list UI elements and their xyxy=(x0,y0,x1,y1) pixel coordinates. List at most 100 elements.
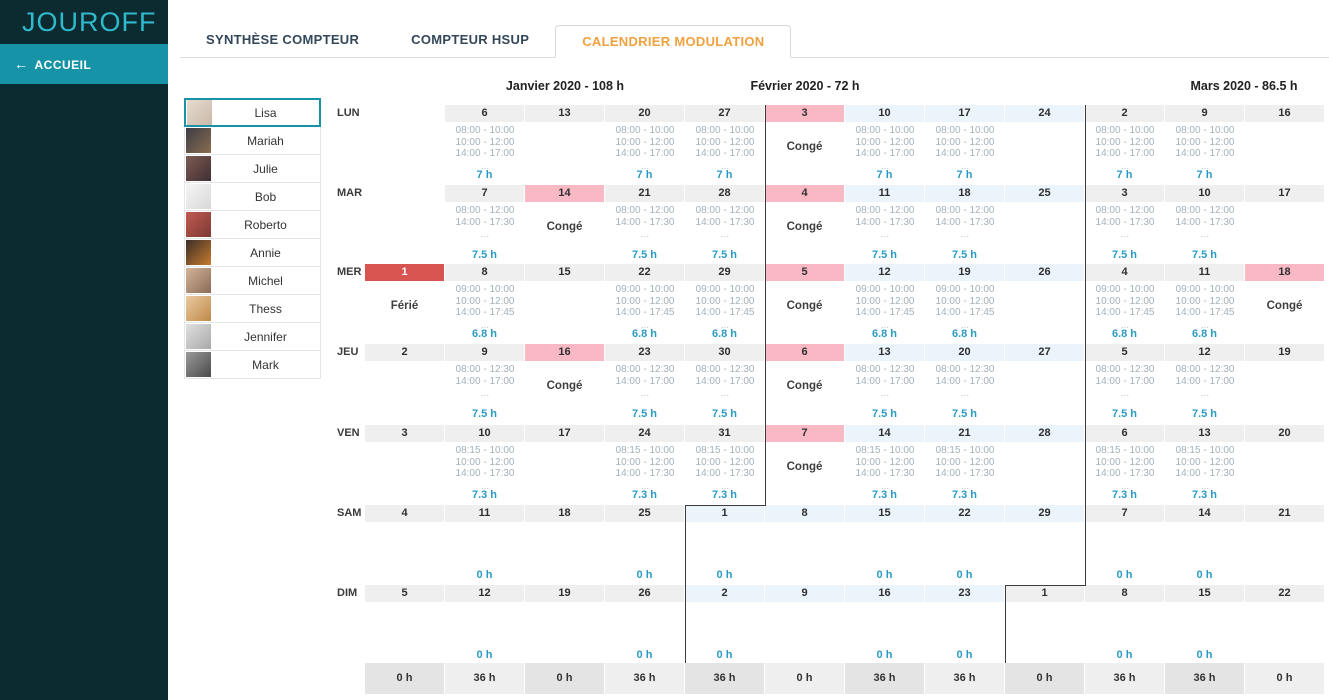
day-cell[interactable]: 708:00 - 12:0014:00 - 17:30...7.5 h xyxy=(445,185,525,263)
day-cell[interactable]: 208:00 - 10:0010:00 - 12:0014:00 - 17:00… xyxy=(1085,105,1165,183)
day-cell[interactable]: 110 h xyxy=(445,505,525,583)
day-cell[interactable]: 1008:15 - 10:0010:00 - 12:0014:00 - 17:3… xyxy=(445,425,525,503)
day-cell[interactable]: 1208:00 - 12:3014:00 - 17:00...7.5 h xyxy=(1165,344,1245,422)
day-cell[interactable]: 1109:00 - 10:0010:00 - 12:0014:00 - 17:4… xyxy=(1165,264,1245,342)
employee-row-thess[interactable]: Thess xyxy=(184,294,321,323)
day-cell[interactable]: 2108:00 - 12:0014:00 - 17:30...7.5 h xyxy=(605,185,685,263)
day-cell[interactable]: 2808:00 - 12:0014:00 - 17:30...7.5 h xyxy=(685,185,765,263)
day-cell[interactable]: 608:15 - 10:0010:00 - 12:0014:00 - 17:30… xyxy=(1085,425,1165,503)
day-cell[interactable]: 16Congé xyxy=(525,344,605,422)
day-cell[interactable]: 150 h xyxy=(1165,585,1245,663)
day-cell[interactable]: 1209:00 - 10:0010:00 - 12:0014:00 - 17:4… xyxy=(845,264,925,342)
day-cell[interactable]: 1808:00 - 12:0014:00 - 17:30...7.5 h xyxy=(925,185,1005,263)
day-cell[interactable]: 3 xyxy=(365,425,445,503)
day-cell[interactable]: 508:00 - 12:3014:00 - 17:00...7.5 h xyxy=(1085,344,1165,422)
day-cell[interactable]: 120 h xyxy=(445,585,525,663)
day-cell[interactable]: 608:00 - 10:0010:00 - 12:0014:00 - 17:00… xyxy=(445,105,525,183)
day-cell[interactable]: 308:00 - 12:0014:00 - 17:30...7.5 h xyxy=(1085,185,1165,263)
day-cell[interactable]: 22 xyxy=(1245,585,1325,663)
employee-row-annie[interactable]: Annie xyxy=(184,238,321,267)
day-cell[interactable]: 27 xyxy=(1005,344,1085,422)
employee-row-jennifer[interactable]: Jennifer xyxy=(184,322,321,351)
day-cell[interactable]: 2909:00 - 10:0010:00 - 12:0014:00 - 17:4… xyxy=(685,264,765,342)
day-cell[interactable]: 25 xyxy=(1005,185,1085,263)
employee-row-michel[interactable]: Michel xyxy=(184,266,321,295)
tab-compteur-hsup[interactable]: COMPTEUR HSUP xyxy=(385,24,555,57)
day-cell[interactable]: 260 h xyxy=(605,585,685,663)
date-badge: 31 xyxy=(685,425,764,442)
day-cell[interactable]: 5Congé xyxy=(765,264,845,342)
day-cell[interactable]: 17 xyxy=(1245,185,1325,263)
day-cell[interactable]: 10 h xyxy=(685,505,765,583)
day-cell[interactable]: 220 h xyxy=(925,505,1005,583)
day-cell[interactable]: 160 h xyxy=(845,585,925,663)
day-cell[interactable]: 18 xyxy=(525,505,605,583)
day-cell[interactable]: 2008:00 - 10:0010:00 - 12:0014:00 - 17:0… xyxy=(605,105,685,183)
day-cell[interactable]: 14Congé xyxy=(525,185,605,263)
employee-row-bob[interactable]: Bob xyxy=(184,182,321,211)
day-cell[interactable]: 2108:15 - 10:0010:00 - 12:0014:00 - 17:3… xyxy=(925,425,1005,503)
day-cell[interactable]: 908:00 - 12:3014:00 - 17:00...7.5 h xyxy=(445,344,525,422)
day-cell[interactable]: 1708:00 - 10:0010:00 - 12:0014:00 - 17:0… xyxy=(925,105,1005,183)
day-cell[interactable]: 2209:00 - 10:0010:00 - 12:0014:00 - 17:4… xyxy=(605,264,685,342)
day-cell[interactable]: 1308:15 - 10:0010:00 - 12:0014:00 - 17:3… xyxy=(1165,425,1245,503)
employee-row-mariah[interactable]: Mariah xyxy=(184,126,321,155)
employee-row-julie[interactable]: Julie xyxy=(184,154,321,183)
day-cell[interactable]: 1Férié xyxy=(365,264,445,342)
tab-calendrier-modulation[interactable]: CALENDRIER MODULATION xyxy=(555,25,791,58)
day-cell[interactable]: 15 xyxy=(525,264,605,342)
day-cell[interactable]: 2 xyxy=(365,344,445,422)
day-cell[interactable]: 1408:15 - 10:0010:00 - 12:0014:00 - 17:3… xyxy=(845,425,925,503)
day-cell[interactable]: 19 xyxy=(1245,344,1325,422)
day-cell[interactable]: 28 xyxy=(1005,425,1085,503)
day-cell[interactable]: 140 h xyxy=(1165,505,1245,583)
accueil-back-link[interactable]: ←ACCUEIL xyxy=(0,44,168,84)
day-cell[interactable]: 8 xyxy=(765,505,845,583)
day-cell[interactable]: 150 h xyxy=(845,505,925,583)
day-cell[interactable]: 2008:00 - 12:3014:00 - 17:00...7.5 h xyxy=(925,344,1005,422)
app-logo: JOUROFF xyxy=(0,0,168,44)
time-range: 14:00 - 17:45 xyxy=(685,307,765,319)
day-cell[interactable]: 1 xyxy=(1005,585,1085,663)
day-cell[interactable]: 13 xyxy=(525,105,605,183)
day-cell[interactable]: 4 xyxy=(365,505,445,583)
day-cell[interactable]: 409:00 - 10:0010:00 - 12:0014:00 - 17:45… xyxy=(1085,264,1165,342)
day-cell[interactable]: 1308:00 - 12:3014:00 - 17:00...7.5 h xyxy=(845,344,925,422)
day-cell[interactable]: 908:00 - 10:0010:00 - 12:0014:00 - 17:00… xyxy=(1165,105,1245,183)
day-cell[interactable]: 4Congé xyxy=(765,185,845,263)
day-cell[interactable]: 1108:00 - 12:0014:00 - 17:30...7.5 h xyxy=(845,185,925,263)
day-cell[interactable]: 17 xyxy=(525,425,605,503)
day-cell[interactable]: 80 h xyxy=(1085,585,1165,663)
employee-row-mark[interactable]: Mark xyxy=(184,350,321,379)
day-cell[interactable]: 1008:00 - 12:0014:00 - 17:30...7.5 h xyxy=(1165,185,1245,263)
day-cell[interactable]: 2708:00 - 10:0010:00 - 12:0014:00 - 17:0… xyxy=(685,105,765,183)
employee-row-lisa[interactable]: Lisa xyxy=(184,98,321,127)
day-cell[interactable]: 3Congé xyxy=(765,105,845,183)
day-cell[interactable]: 6Congé xyxy=(765,344,845,422)
day-cell[interactable]: 21 xyxy=(1245,505,1325,583)
day-cell[interactable]: 1909:00 - 10:0010:00 - 12:0014:00 - 17:4… xyxy=(925,264,1005,342)
day-cell[interactable]: 26 xyxy=(1005,264,1085,342)
day-cell[interactable]: 3008:00 - 12:3014:00 - 17:00...7.5 h xyxy=(685,344,765,422)
day-cell[interactable]: 2408:15 - 10:0010:00 - 12:0014:00 - 17:3… xyxy=(605,425,685,503)
day-cell[interactable]: 19 xyxy=(525,585,605,663)
date-badge: 26 xyxy=(605,585,684,602)
day-cell[interactable]: 18Congé xyxy=(1245,264,1325,342)
day-cell[interactable]: 7Congé xyxy=(765,425,845,503)
day-cell[interactable]: 20 h xyxy=(685,585,765,663)
day-cell[interactable]: 230 h xyxy=(925,585,1005,663)
day-cell[interactable]: 3108:15 - 10:0010:00 - 12:0014:00 - 17:3… xyxy=(685,425,765,503)
day-cell[interactable]: 29 xyxy=(1005,505,1085,583)
day-cell[interactable]: 250 h xyxy=(605,505,685,583)
day-cell[interactable]: 20 xyxy=(1245,425,1325,503)
day-cell[interactable]: 9 xyxy=(765,585,845,663)
day-cell[interactable]: 2308:00 - 12:3014:00 - 17:00...7.5 h xyxy=(605,344,685,422)
day-cell[interactable]: 70 h xyxy=(1085,505,1165,583)
day-cell[interactable]: 809:00 - 10:0010:00 - 12:0014:00 - 17:45… xyxy=(445,264,525,342)
day-cell[interactable]: 5 xyxy=(365,585,445,663)
day-cell[interactable]: 16 xyxy=(1245,105,1325,183)
employee-row-roberto[interactable]: Roberto xyxy=(184,210,321,239)
tab-synthese-compteur[interactable]: SYNTHÈSE COMPTEUR xyxy=(180,24,385,57)
day-cell[interactable]: 1008:00 - 10:0010:00 - 12:0014:00 - 17:0… xyxy=(845,105,925,183)
day-cell[interactable]: 24 xyxy=(1005,105,1085,183)
